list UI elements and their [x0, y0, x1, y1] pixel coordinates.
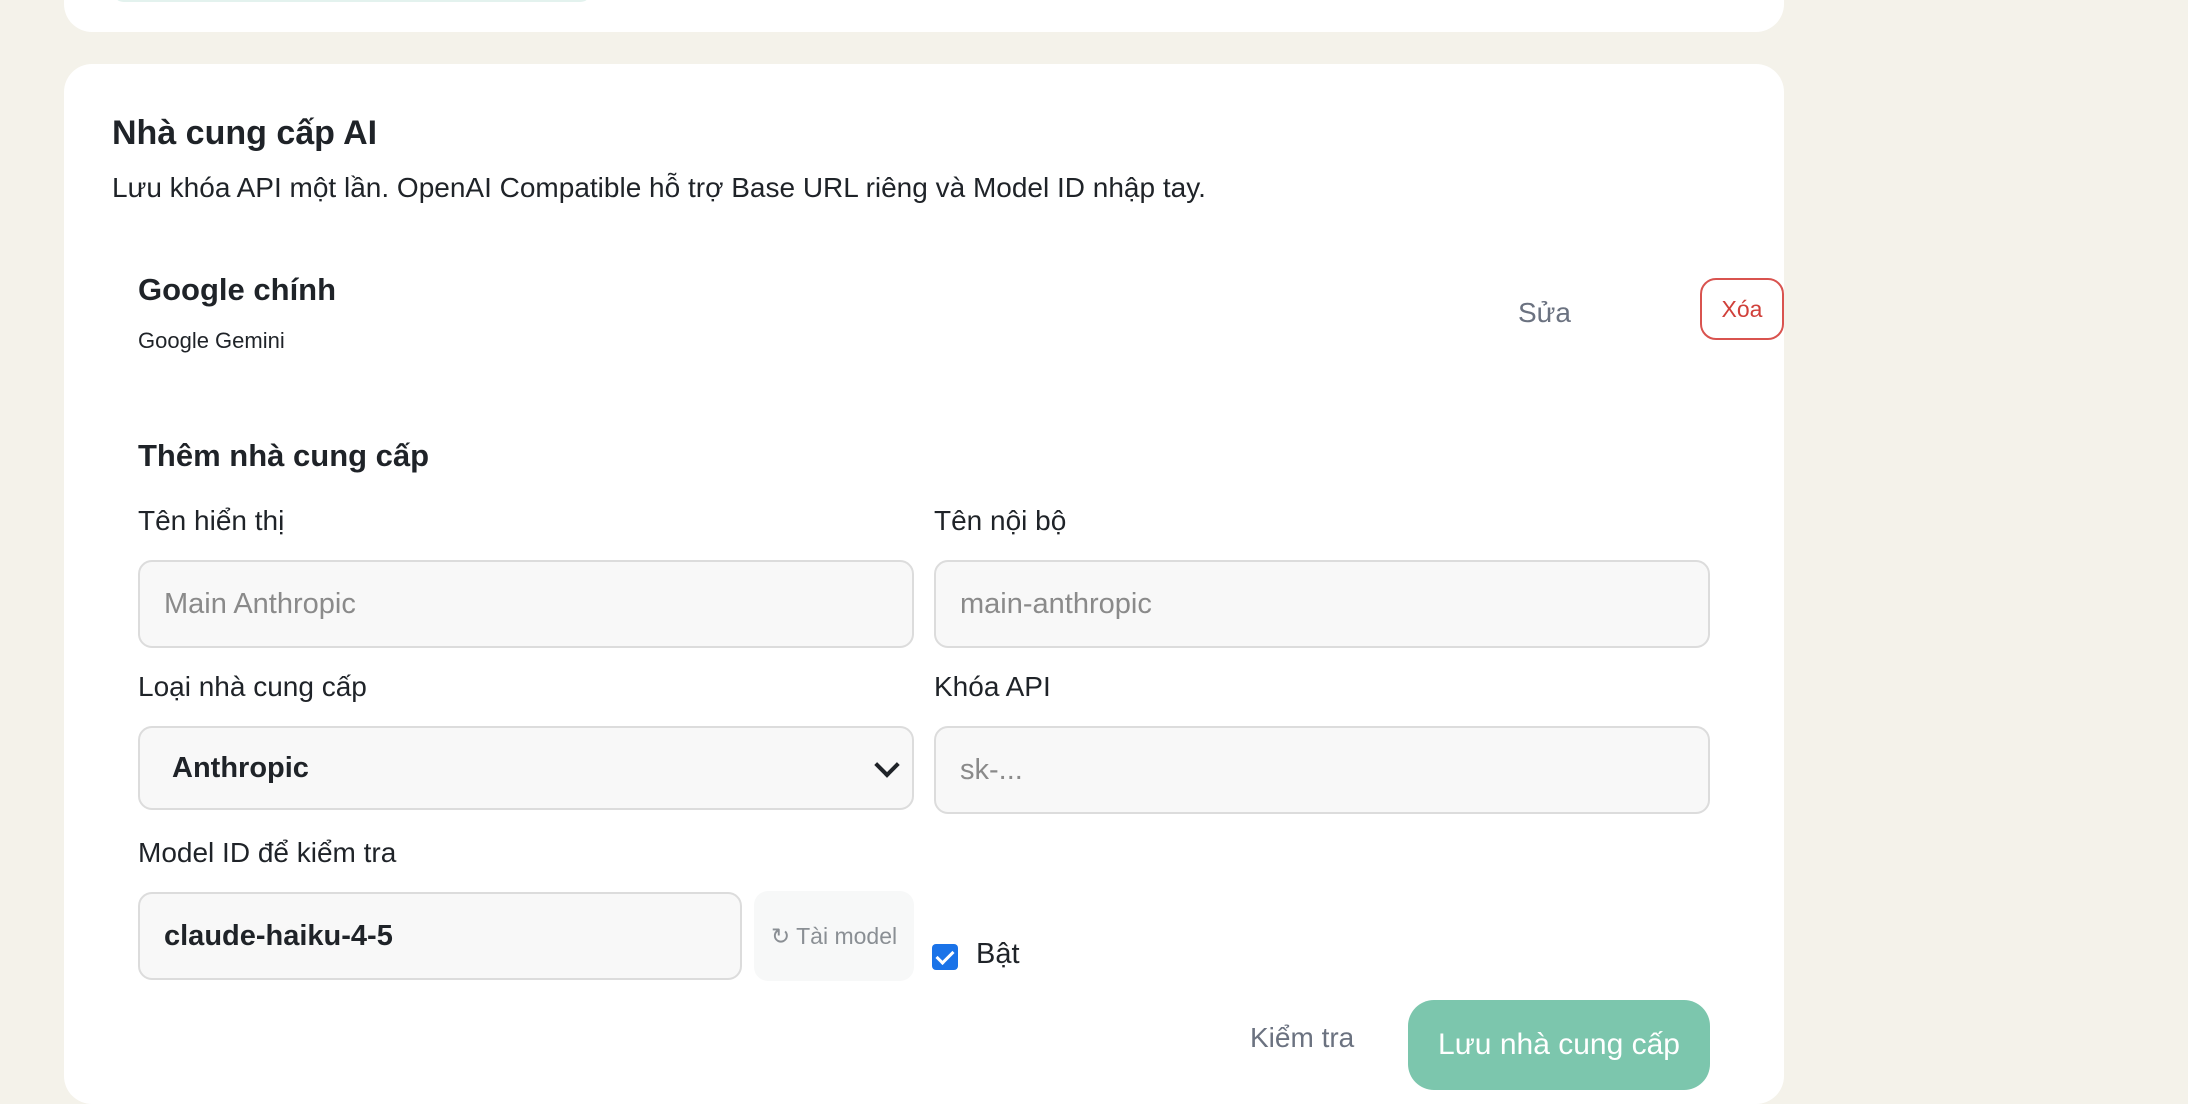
display-name-label: Tên hiển thị	[138, 505, 285, 536]
enabled-label: Bật	[976, 938, 1020, 970]
delete-provider-button[interactable]: Xóa	[1700, 278, 1784, 340]
api-key-label: Khóa API	[934, 671, 1051, 702]
section-title: Nhà cung cấp AI	[112, 114, 378, 152]
edit-provider-button[interactable]: Sửa	[1502, 288, 1587, 338]
model-id-input[interactable]	[138, 892, 742, 980]
api-key-input[interactable]	[934, 726, 1710, 814]
provider-item: Google chính Google Gemini Sửa Xóa	[138, 272, 1784, 372]
display-name-input[interactable]	[138, 560, 914, 648]
section-description: Lưu khóa API một lần. OpenAI Compatible …	[112, 172, 1206, 203]
internal-name-label: Tên nội bộ	[934, 505, 1067, 536]
internal-name-input[interactable]	[934, 560, 1710, 648]
chevron-down-icon	[874, 752, 900, 778]
provider-type-label: Loại nhà cung cấp	[138, 671, 367, 702]
model-id-label: Model ID để kiểm tra	[138, 837, 397, 868]
enabled-checkbox[interactable]	[932, 944, 958, 970]
save-provider-button[interactable]: Lưu nhà cung cấp	[1408, 1000, 1710, 1090]
add-provider-title: Thêm nhà cung cấp	[138, 438, 430, 473]
previous-card-button-edge	[112, 0, 592, 2]
fetch-models-button[interactable]: ↻ Tài model	[754, 891, 914, 981]
provider-type-select[interactable]: Anthropic	[138, 726, 914, 810]
test-button[interactable]: Kiểm tra	[1250, 1022, 1354, 1054]
provider-type-value: Anthropic	[172, 752, 309, 784]
ai-providers-card: Nhà cung cấp AI Lưu khóa API một lần. Op…	[64, 64, 1784, 1104]
provider-name: Google chính	[138, 272, 337, 307]
provider-type: Google Gemini	[138, 328, 285, 353]
previous-card	[64, 0, 1784, 32]
